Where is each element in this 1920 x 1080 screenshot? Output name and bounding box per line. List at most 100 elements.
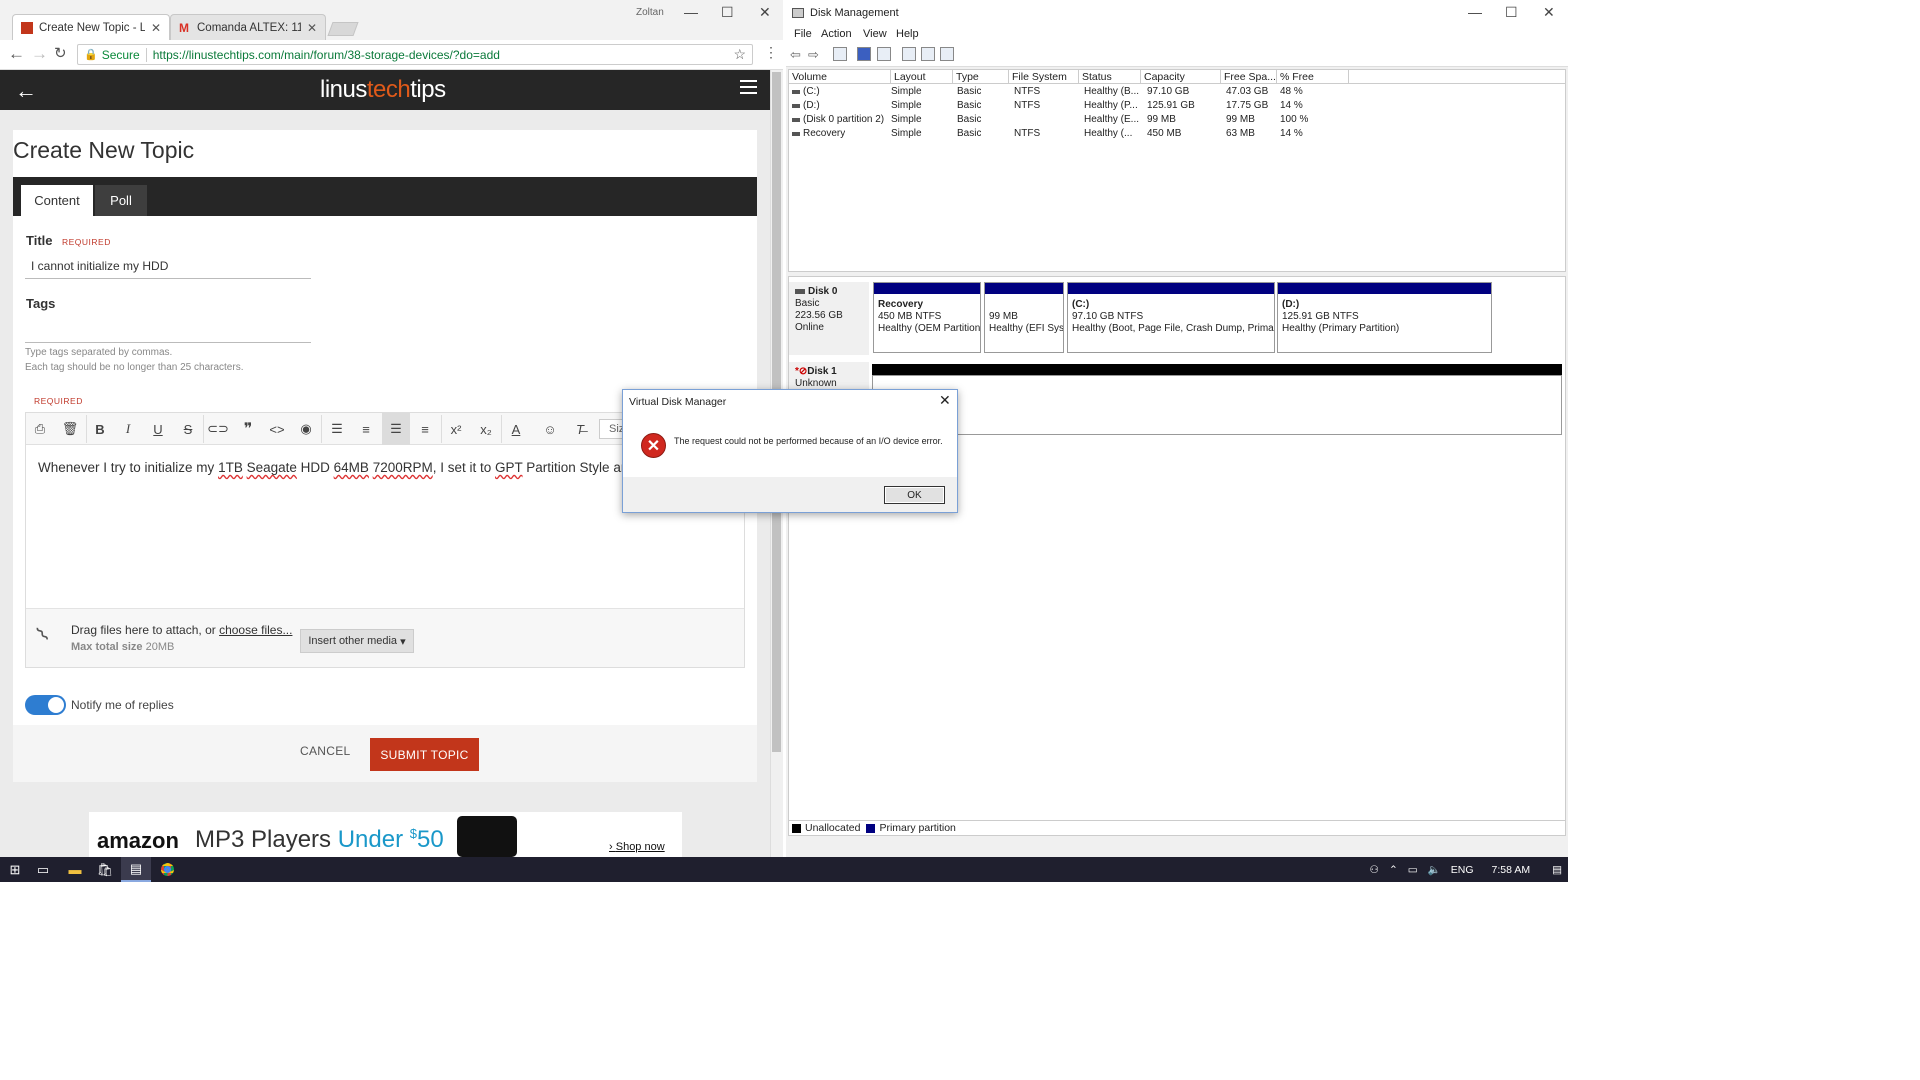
hamburger-menu-icon[interactable] <box>740 80 757 94</box>
dm-minimize-icon[interactable]: — <box>1468 4 1482 20</box>
browser-tab-comanda[interactable]: M Comanda ALTEX: 110121 ✕ <box>170 14 326 40</box>
disk-management-taskbar-icon[interactable]: ▤ <box>121 857 151 882</box>
disk0-label[interactable]: Disk 0 Basic 223.56 GB Online <box>789 282 869 355</box>
close-tab-icon[interactable]: ✕ <box>151 21 161 35</box>
tab-content[interactable]: Content <box>21 185 93 216</box>
volume-cell: 14 % <box>1280 128 1303 139</box>
bullet-list-icon[interactable]: ☰ <box>323 413 351 445</box>
reload-icon[interactable]: ↻ <box>54 44 67 62</box>
superscript-icon[interactable]: x² <box>442 413 470 445</box>
menu-view[interactable]: View <box>863 28 887 40</box>
insert-media-button[interactable]: Insert other media ▾ <box>300 629 414 653</box>
col-percent-free[interactable]: % Free <box>1277 70 1349 84</box>
clock[interactable]: 7:58 AM <box>1492 864 1531 876</box>
volume-cell: Simple <box>891 128 922 139</box>
file-explorer-icon[interactable]: ▬ <box>64 857 86 882</box>
partition-d[interactable]: (D:) 125.91 GB NTFS Healthy (Primary Parti… <box>1277 282 1492 353</box>
partition-efi[interactable]: 99 MBHealthy (EFI System Partition) <box>984 282 1064 353</box>
ok-button[interactable]: OK <box>884 486 945 504</box>
ad-banner[interactable]: amazon MP3 Players Under $50 › Shop now <box>89 812 682 857</box>
bold-icon[interactable]: B <box>86 413 114 445</box>
text-color-icon[interactable]: A <box>502 413 530 445</box>
console-tree-icon[interactable] <box>833 47 847 61</box>
subscript-icon[interactable]: x₂ <box>472 413 500 445</box>
col-type[interactable]: Type <box>953 70 1009 84</box>
partition-c[interactable]: (C:) 97.10 GB NTFS Healthy (Boot, Page Fil… <box>1067 282 1275 353</box>
link-icon[interactable]: ⊂⊃ <box>204 413 232 445</box>
code-icon[interactable]: <> <box>263 413 291 445</box>
profile-name[interactable]: Zoltan <box>636 7 664 18</box>
browser-tab-create-topic[interactable]: Create New Topic - Linus ✕ <box>12 14 170 40</box>
trash-icon[interactable]: 🗑 <box>56 413 84 445</box>
volume-row[interactable]: (C:) Simple Basic NTFS Healthy (B... 97.10 GB… <box>789 85 1349 99</box>
check-icon[interactable] <box>921 47 935 61</box>
italic-icon[interactable]: I <box>114 413 142 445</box>
site-back-icon[interactable]: ← <box>15 78 37 104</box>
partition-recovery[interactable]: Recovery 450 MB NTFS Healthy (OEM Partitio… <box>873 282 981 353</box>
title-input[interactable]: I cannot initialize my HDD <box>31 259 168 273</box>
dm-maximize-icon[interactable]: ☐ <box>1505 4 1518 21</box>
col-capacity[interactable]: Capacity <box>1141 70 1221 84</box>
align-center-icon[interactable]: ≡ <box>411 413 439 445</box>
store-icon[interactable]: 🛍 <box>94 857 116 882</box>
network-icon[interactable]: ▭ <box>1408 864 1418 876</box>
menu-action[interactable]: Action <box>821 28 852 40</box>
strikethrough-icon[interactable]: S <box>174 413 202 445</box>
col-volume[interactable]: Volume <box>789 70 891 84</box>
col-layout[interactable]: Layout <box>891 70 953 84</box>
tray-chevron-icon[interactable]: ⌃ <box>1389 864 1398 876</box>
site-logo[interactable]: linustechtips <box>320 76 446 104</box>
chrome-taskbar-icon[interactable] <box>156 857 178 882</box>
shop-now-link[interactable]: › Shop now <box>609 841 665 853</box>
notify-toggle[interactable] <box>25 695 66 715</box>
properties-icon[interactable] <box>877 47 891 61</box>
tab-poll[interactable]: Poll <box>95 185 147 216</box>
col-free-space[interactable]: Free Spa... <box>1221 70 1277 84</box>
help-icon[interactable] <box>857 47 871 61</box>
emoji-icon[interactable]: ☺ <box>536 413 564 445</box>
dm-back-icon[interactable]: ⇦ <box>790 47 801 63</box>
volume-row[interactable]: (D:) Simple Basic NTFS Healthy (P... 125.91 G… <box>789 99 1349 113</box>
volume-row[interactable]: (Disk 0 partition 2) Simple Basic Healthy (… <box>789 113 1349 127</box>
maximize-icon[interactable]: ☐ <box>721 4 734 21</box>
volume-icon[interactable]: 🔈 <box>1428 863 1441 876</box>
col-status[interactable]: Status <box>1079 70 1141 84</box>
windows-start-icon[interactable]: ⊞ <box>4 857 26 882</box>
list-view-icon[interactable] <box>940 47 954 61</box>
action-center-icon[interactable]: ▤ <box>1552 864 1562 876</box>
back-icon[interactable]: ← <box>8 44 25 64</box>
col-filesystem[interactable]: File System <box>1009 70 1079 84</box>
tags-hint: Each tag should be no longer than 25 cha… <box>25 362 244 373</box>
task-view-icon[interactable]: ▭ <box>32 857 54 882</box>
people-icon[interactable]: ⚇ <box>1370 864 1379 876</box>
close-window-icon[interactable]: ✕ <box>759 4 771 21</box>
language-indicator[interactable]: ENG <box>1451 864 1474 876</box>
clear-format-icon[interactable]: T̶ <box>566 413 594 445</box>
minimize-icon[interactable]: — <box>684 4 698 20</box>
forward-icon[interactable]: → <box>31 44 48 64</box>
quote-icon[interactable]: ❞ <box>234 413 262 445</box>
editor-text[interactable]: Whenever I try to initialize my 1TB Seag… <box>38 460 636 475</box>
submit-topic-button[interactable]: SUBMIT TOPIC <box>370 738 479 771</box>
connect-icon[interactable] <box>902 47 916 61</box>
chrome-menu-icon[interactable]: ⋮ <box>764 44 778 61</box>
close-tab-icon[interactable]: ✕ <box>307 21 317 35</box>
underline-icon[interactable]: U <box>144 413 172 445</box>
numbered-list-icon[interactable]: ≡ <box>352 413 380 445</box>
align-left-icon[interactable]: ☰ <box>382 413 410 445</box>
menu-file[interactable]: File <box>794 28 812 40</box>
dialog-close-icon[interactable]: ✕ <box>939 392 951 409</box>
tags-input[interactable] <box>25 342 311 343</box>
preview-icon[interactable]: ⎙ <box>26 413 54 445</box>
new-tab-button[interactable] <box>327 22 359 36</box>
cancel-button[interactable]: CANCEL <box>300 744 350 758</box>
address-bar[interactable]: 🔒 Secure https://linustechtips.com/main/… <box>77 44 753 65</box>
volume-row[interactable]: Recovery Simple Basic NTFS Healthy (... 450 M… <box>789 127 1349 141</box>
dm-close-icon[interactable]: ✕ <box>1543 4 1555 21</box>
choose-files-link[interactable]: choose files... <box>219 623 292 637</box>
spoiler-eye-icon[interactable]: ◉ <box>292 413 320 445</box>
dm-forward-icon[interactable]: ⇨ <box>808 47 819 63</box>
disk1-unallocated-area[interactable] <box>872 375 1562 435</box>
bookmark-star-icon[interactable]: ☆ <box>733 46 746 63</box>
menu-help[interactable]: Help <box>896 28 919 40</box>
